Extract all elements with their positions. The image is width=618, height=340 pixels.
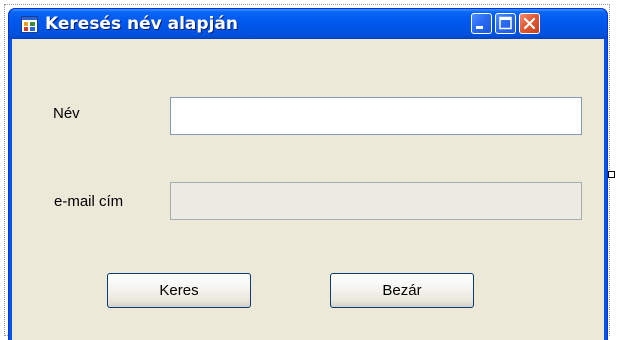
email-field[interactable] [170, 182, 582, 220]
form-client-area: Név e-mail cím Keres Bezár [12, 39, 604, 340]
close-form-button[interactable]: Bezár [330, 273, 474, 308]
email-label: e-mail cím [54, 193, 124, 210]
close-button[interactable] [519, 13, 540, 34]
maximize-icon [499, 16, 512, 30]
form-icon [21, 16, 38, 33]
form-window: Keresés név alapján Név e-mail cím Keres… [8, 8, 608, 340]
search-button[interactable]: Keres [107, 273, 251, 308]
resize-grip[interactable] [608, 171, 615, 178]
minimize-button[interactable] [471, 13, 492, 34]
title-bar[interactable]: Keresés név alapján [9, 9, 607, 39]
name-label: Név [53, 105, 80, 122]
maximize-button[interactable] [495, 13, 516, 34]
window-title: Keresés név alapján [45, 14, 238, 34]
close-icon [523, 17, 536, 30]
designer-surface: Keresés név alapján Név e-mail cím Keres… [0, 0, 618, 340]
name-input[interactable] [170, 97, 582, 135]
minimize-icon [476, 26, 483, 29]
